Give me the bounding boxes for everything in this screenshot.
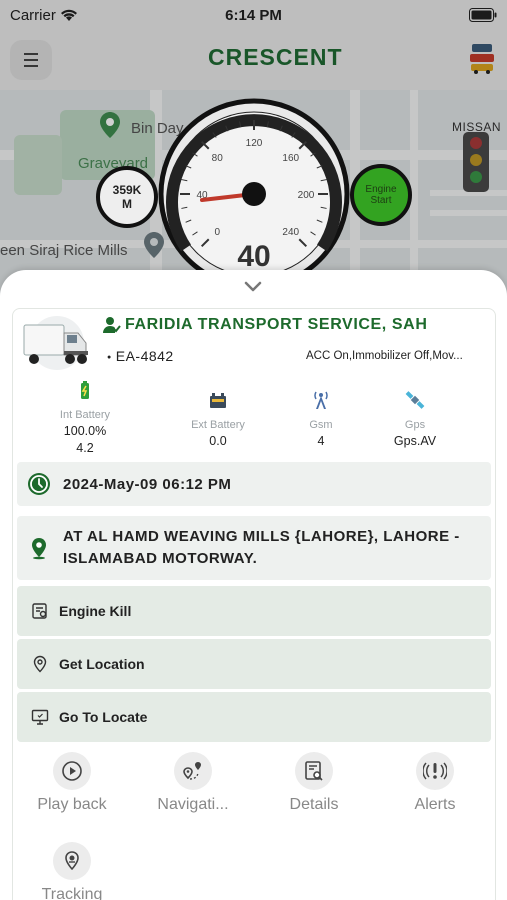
odometer-value: 359K [112,183,142,197]
engine-start-line1: Engine [365,184,397,195]
metrics-row: Int Battery 100.0% 4.2 Ext Battery 0.0 G… [40,380,480,460]
metric-label: Int Battery [59,409,111,421]
metric-label: Ext Battery [191,419,245,431]
clock-icon [28,473,50,495]
car-battery-icon [210,393,226,408]
vehicle-status: ACC On,Immobilizer Off,Mov... [306,350,463,362]
route-icon [183,762,201,780]
location-pin-icon [33,655,47,673]
vehicle-tracking-screen: Bin Day Graveyard een Siraj Rice Mills M… [0,0,507,900]
navigation-button[interactable]: Navigati... [138,752,248,814]
speed-tick-label: 200 [298,190,315,201]
vehicle-details-sheet: FARIDIA TRANSPORT SERVICE, SAH EA-4842 A… [0,270,507,900]
last-update-datetime: 2024-May-09 06:12 PM [63,475,232,493]
metric-label: Gsm [309,419,333,431]
traffic-light-icon [463,132,489,192]
location-pin-icon [32,538,46,560]
bottom-actions: Play back Navigati... Details Alerts Tra… [0,752,507,900]
speed-tick-label: 80 [212,153,224,164]
truck-image-icon [23,316,88,370]
metric-ext-battery: Ext Battery 0.0 [173,390,263,448]
alert-icon [423,762,447,780]
location-row: AT AL HAMD WEAVING MILLS {LAHORE}, LAHOR… [17,516,491,580]
vehicle-plate: EA-4842 [107,348,174,364]
odometer-unit: M [122,197,132,211]
engine-kill-label: Engine Kill [59,603,132,619]
speed-tick-label: 160 [282,153,299,164]
alerts-button[interactable]: Alerts [380,752,490,814]
get-location-button[interactable]: Get Location [17,639,491,689]
metric-value: 100.0% [63,424,107,438]
monitor-icon [31,709,49,725]
playback-label: Play back [37,796,107,813]
odometer-gauge: 359K M [96,166,158,228]
engine-start-line2: Start [370,195,392,206]
company-name: FARIDIA TRANSPORT SERVICE, SAH [125,316,428,333]
speed-tick-label: 240 [282,227,299,238]
battery-icon [81,381,89,399]
speed-tick-label: 120 [246,138,263,149]
navigation-label: Navigati... [157,796,229,813]
details-label: Details [289,796,339,813]
engine-kill-icon [32,603,47,619]
playback-button[interactable]: Play back [17,752,127,814]
speedometer: 04080120160200240 40 [158,98,350,290]
get-location-label: Get Location [59,656,145,672]
details-button[interactable]: Details [259,752,369,814]
speed-tick-label: 0 [214,227,220,238]
alerts-label: Alerts [414,796,456,813]
tracking-button[interactable]: Tracking [17,842,127,900]
current-location: AT AL HAMD WEAVING MILLS {LAHORE}, LAHOR… [63,528,460,567]
tracking-label: Tracking [41,886,103,900]
go-to-locate-button[interactable]: Go To Locate [17,692,491,742]
go-to-locate-label: Go To Locate [59,709,148,725]
metric-value: Gps.AV [393,434,437,448]
metric-value: 0.0 [209,434,227,448]
metric-value-secondary: 4.2 [76,441,94,455]
speed-readout: 40 [237,240,270,273]
satellite-icon [405,391,425,409]
user-check-icon [103,317,121,333]
metric-gps: Gps Gps.AV [370,390,460,448]
engine-kill-button[interactable]: Engine Kill [17,586,491,636]
chevron-down-icon[interactable] [243,280,263,294]
metric-gsm: Gsm 4 [276,390,366,448]
datetime-row: 2024-May-09 06:12 PM [17,462,491,506]
tracking-icon [65,851,79,871]
metric-label: Gps [404,419,426,431]
tower-icon [314,391,328,409]
metric-int-battery: Int Battery 100.0% 4.2 [40,380,130,455]
details-icon [305,761,323,781]
engine-start-button[interactable]: Engine Start [350,164,412,226]
metric-value: 4 [317,434,325,448]
play-icon [62,761,82,781]
